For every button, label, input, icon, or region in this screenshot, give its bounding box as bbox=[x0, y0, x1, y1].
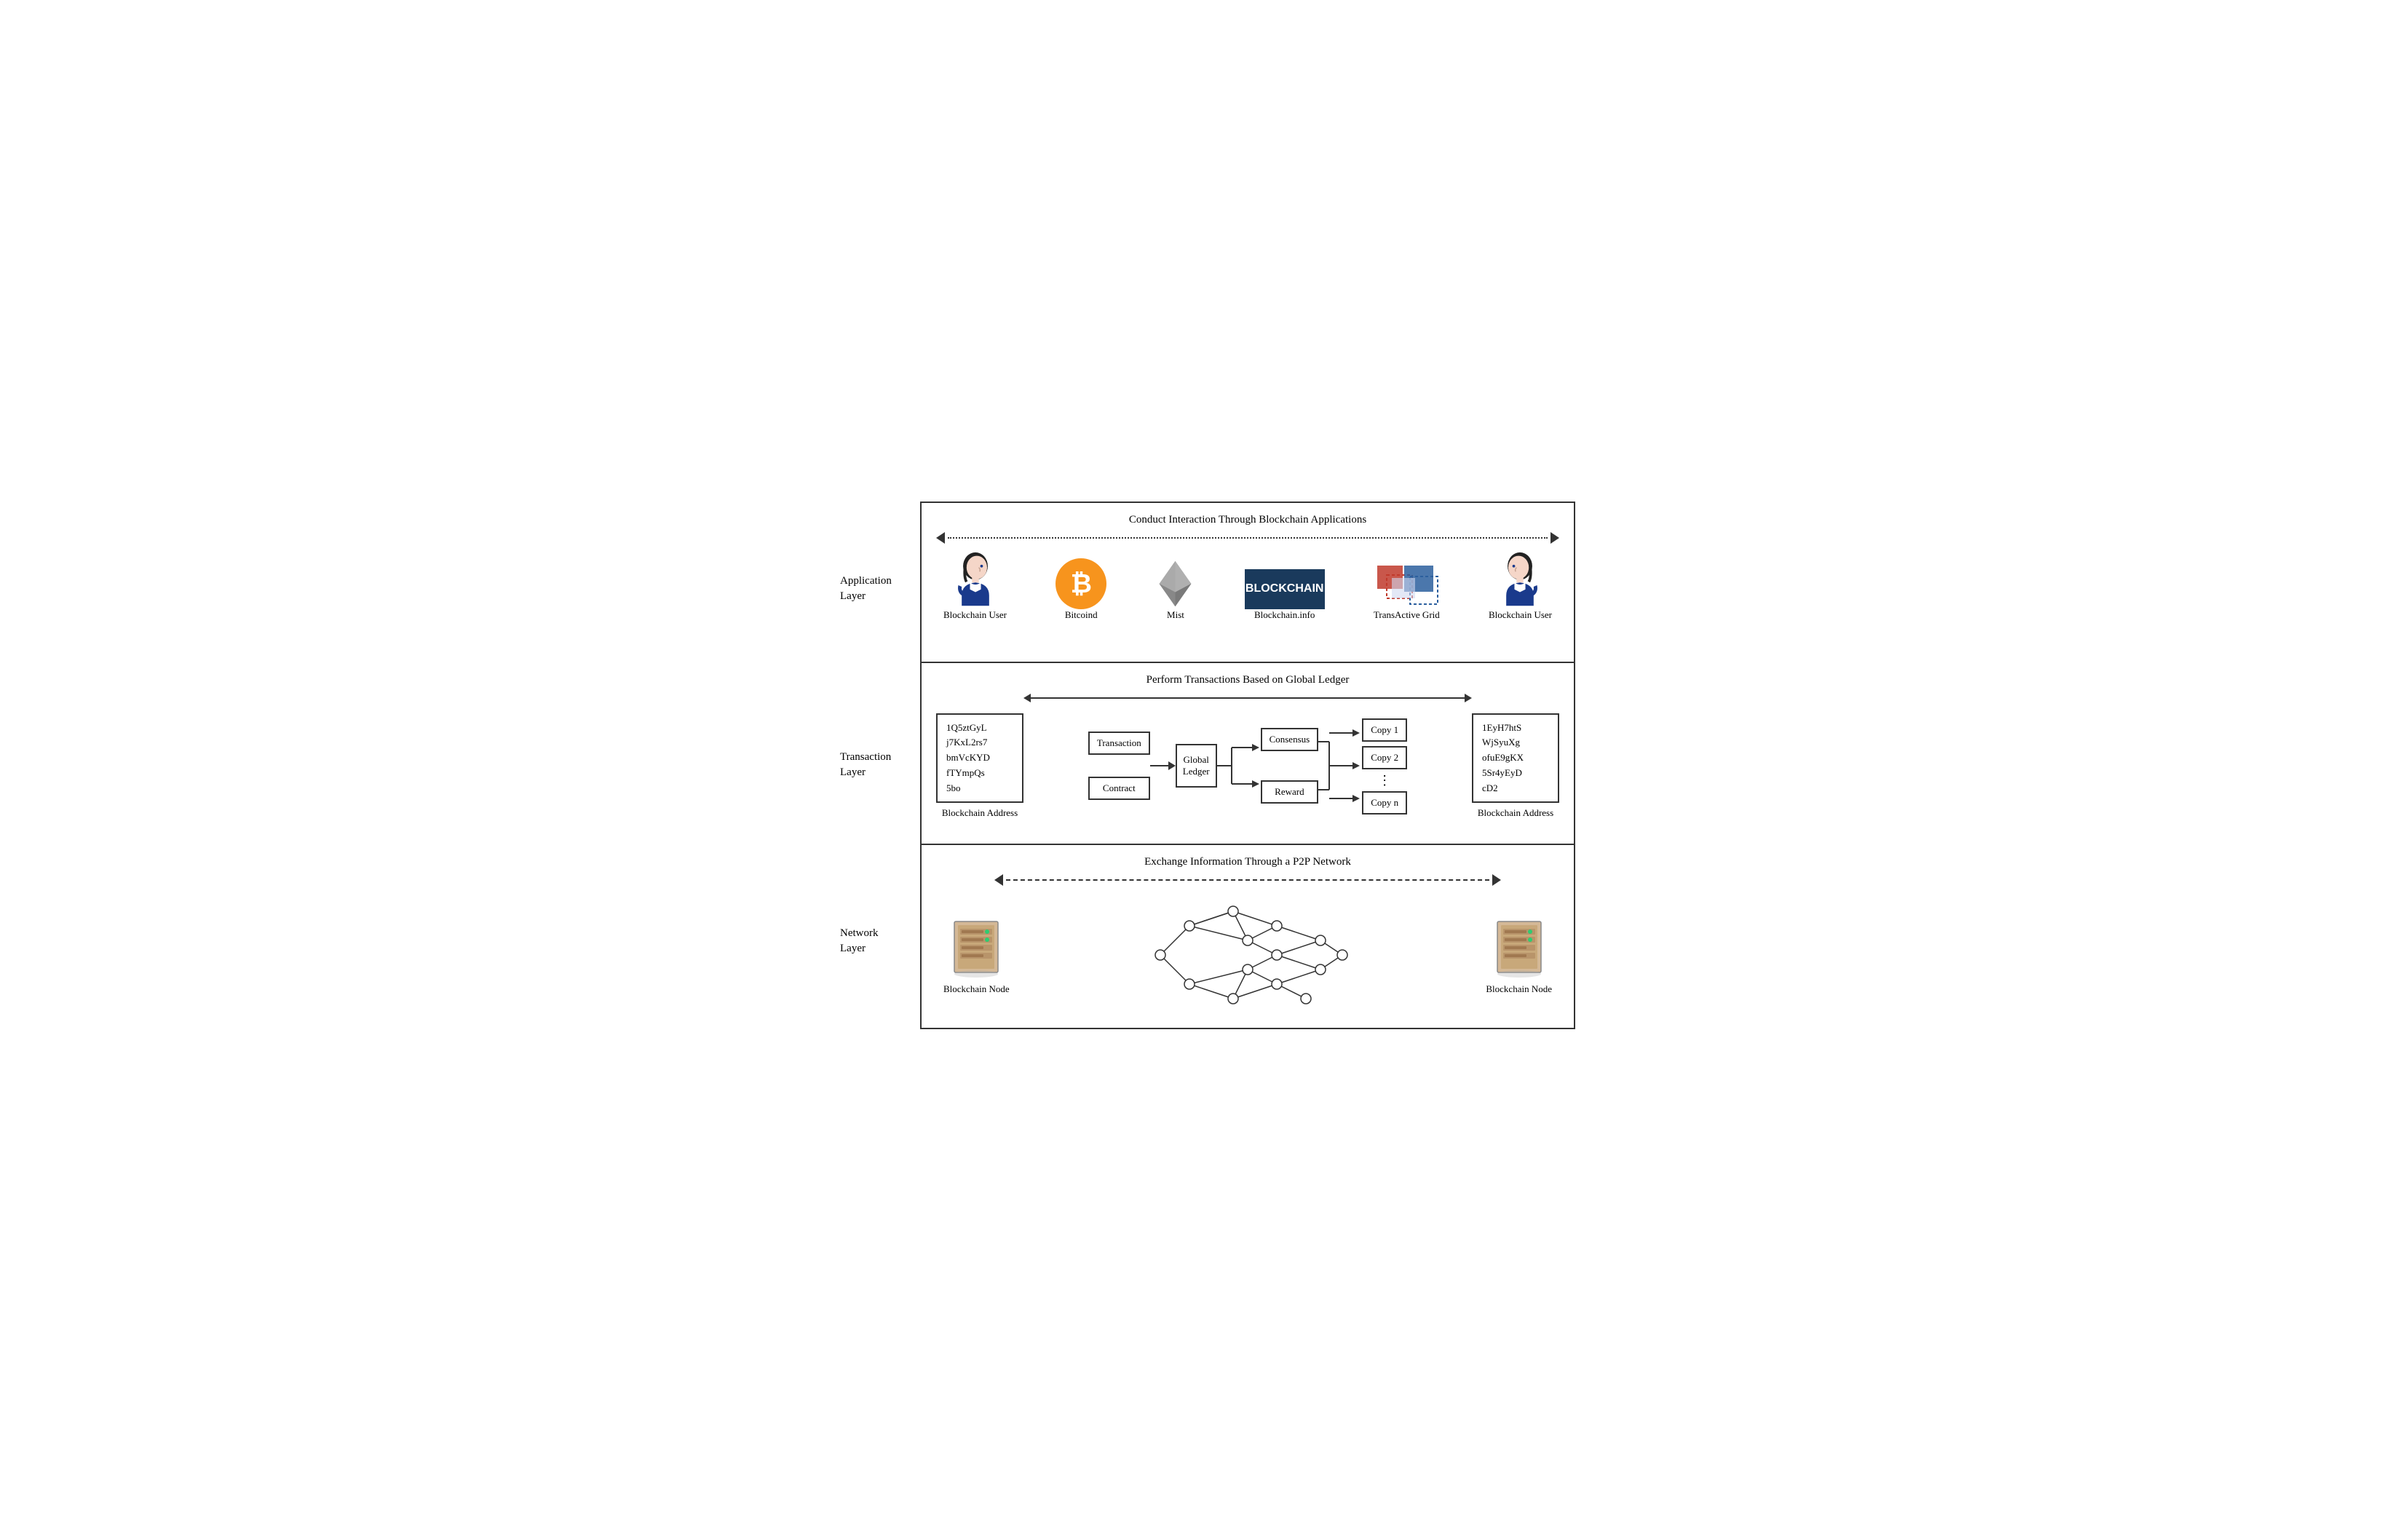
arrow-left-icon bbox=[936, 532, 945, 544]
addr-left-box: 1Q5ztGyL j7KxL2rs7 bmVcKYD fTYmpQs 5bo bbox=[936, 713, 1023, 804]
tx-arrow-left bbox=[1023, 694, 1031, 702]
user-left-label: Blockchain User bbox=[943, 609, 1007, 621]
consensus-reward-col: Consensus Reward bbox=[1261, 728, 1319, 804]
dotted-line bbox=[948, 537, 1548, 539]
node-left-label: Blockchain Node bbox=[943, 983, 1010, 995]
branch-svg bbox=[1217, 729, 1261, 802]
flow-main-row: Transaction Contract Global Ledge bbox=[1088, 718, 1407, 813]
tx-content-row: 1Q5ztGyL j7KxL2rs7 bmVcKYD fTYmpQs 5bo B… bbox=[936, 713, 1559, 820]
blockchain-info-item: BLOCKCHAIN Blockchain.info bbox=[1245, 569, 1325, 621]
person-left-icon bbox=[950, 551, 1001, 609]
app-layer-label-container: ApplicationLayer bbox=[840, 502, 892, 678]
copies-col: Copy 1 Copy 2 ⋮ Copy n bbox=[1362, 718, 1407, 813]
user-right-label: Blockchain User bbox=[1489, 609, 1552, 621]
addr-right-box: 1EyH7htS WjSyuXg ofuE9gKX 5Sr4yEyD cD2 bbox=[1472, 713, 1559, 804]
blockchain-info-icon: BLOCKCHAIN bbox=[1245, 569, 1325, 609]
mist-label: Mist bbox=[1167, 609, 1184, 621]
tx-layer-label: TransactionLayer bbox=[840, 750, 891, 780]
bitcoind-label: Bitcoind bbox=[1065, 609, 1098, 621]
main-diagram: Conduct Interaction Through Blockchain A… bbox=[920, 502, 1575, 1029]
addr-left-line3: bmVcKYD bbox=[946, 750, 1013, 766]
addr-right-line5: cD2 bbox=[1482, 781, 1549, 796]
addr-right-container: 1EyH7htS WjSyuXg ofuE9gKX 5Sr4yEyD cD2 B… bbox=[1472, 713, 1559, 820]
net-layer-title: Exchange Information Through a P2P Netwo… bbox=[936, 856, 1559, 868]
diagram-container: Conduct Interaction Through Blockchain A… bbox=[920, 502, 1575, 1029]
addr-left-label: Blockchain Address bbox=[942, 807, 1018, 819]
transactive-label: TransActive Grid bbox=[1374, 609, 1440, 621]
mist-item: Mist bbox=[1155, 558, 1195, 621]
net-arrow-right-icon bbox=[1492, 874, 1501, 886]
net-arrow-left-icon bbox=[994, 874, 1003, 886]
arrow-right-icon bbox=[1550, 532, 1559, 544]
reward-box: Reward bbox=[1261, 780, 1319, 804]
blockchain-info-label: Blockchain.info bbox=[1254, 609, 1315, 621]
addr-left-container: 1Q5ztGyL j7KxL2rs7 bmVcKYD fTYmpQs 5bo B… bbox=[936, 713, 1023, 820]
tx-layer-label-container: TransactionLayer bbox=[840, 678, 892, 854]
net-arrow-row bbox=[936, 874, 1559, 886]
layer-labels: ApplicationLayer TransactionLayer Networ… bbox=[840, 502, 892, 1029]
network-layer: Exchange Information Through a P2P Netwo… bbox=[922, 845, 1574, 1028]
arrow-to-ledger bbox=[1150, 761, 1176, 770]
app-icons-row: Blockchain User ₿ Bitcoind bbox=[936, 551, 1559, 621]
global-ledger-text2: Ledger bbox=[1183, 766, 1210, 777]
arrow-line1 bbox=[1150, 765, 1168, 766]
tx-h-line bbox=[1031, 697, 1465, 699]
user-right: Blockchain User bbox=[1489, 551, 1552, 621]
tx-contract-col: Transaction Contract bbox=[1088, 732, 1150, 800]
person-right-icon bbox=[1494, 551, 1545, 609]
copy2-box: Copy 2 bbox=[1362, 746, 1407, 769]
app-arrow-row bbox=[936, 532, 1559, 544]
addr-right-line1: 1EyH7htS bbox=[1482, 721, 1549, 736]
ethereum-icon bbox=[1155, 558, 1195, 609]
global-ledger-text: Global bbox=[1183, 754, 1210, 766]
transaction-layer: Perform Transactions Based on Global Led… bbox=[922, 663, 1574, 845]
arrow-head-1 bbox=[1168, 761, 1176, 770]
node-right-label: Blockchain Node bbox=[1486, 983, 1552, 995]
tx-layer-title: Perform Transactions Based on Global Led… bbox=[936, 674, 1559, 686]
p2p-network-svg bbox=[1131, 897, 1364, 1013]
node-left: Blockchain Node bbox=[943, 914, 1010, 995]
flow-diagram: Transaction Contract Global Ledge bbox=[1023, 718, 1472, 813]
bitcoin-icon: ₿ bbox=[1056, 558, 1106, 609]
copy1-box: Copy 1 bbox=[1362, 718, 1407, 742]
net-content-row: Blockchain Node bbox=[936, 897, 1559, 1013]
addr-left-line5: 5bo bbox=[946, 781, 1013, 796]
contract-box: Contract bbox=[1088, 777, 1150, 800]
addr-left-line2: j7KxL2rs7 bbox=[946, 735, 1013, 750]
branch-section bbox=[1217, 729, 1261, 802]
addr-left-line1: 1Q5ztGyL bbox=[946, 721, 1013, 736]
ellipsis-text: ⋮ bbox=[1362, 774, 1407, 787]
addr-left-line4: fTYmpQs bbox=[946, 766, 1013, 781]
addr-right-line3: ofuE9gKX bbox=[1482, 750, 1549, 766]
node-right: Blockchain Node bbox=[1486, 914, 1552, 995]
tx-arrow-right bbox=[1465, 694, 1472, 702]
dashed-line bbox=[1006, 879, 1489, 881]
server-left-icon bbox=[947, 914, 1005, 983]
user-left: Blockchain User bbox=[943, 551, 1007, 621]
transaction-box: Transaction bbox=[1088, 732, 1150, 755]
copy-branch-section bbox=[1318, 718, 1362, 813]
p2p-network-container bbox=[1010, 897, 1486, 1013]
server-right-icon bbox=[1490, 914, 1548, 983]
net-layer-label: NetworkLayer bbox=[840, 926, 879, 956]
addr-right-line2: WjSyuXg bbox=[1482, 735, 1549, 750]
application-layer: Conduct Interaction Through Blockchain A… bbox=[922, 503, 1574, 663]
bitcoind-item: ₿ Bitcoind bbox=[1056, 558, 1106, 621]
consensus-box: Consensus bbox=[1261, 728, 1319, 751]
addr-right-line4: 5Sr4yEyD bbox=[1482, 766, 1549, 781]
app-layer-label: ApplicationLayer bbox=[840, 574, 892, 604]
global-ledger-box: Global Ledger bbox=[1176, 744, 1217, 788]
transactive-item: TransActive Grid bbox=[1374, 562, 1440, 621]
addr-right-label: Blockchain Address bbox=[1478, 807, 1553, 819]
copyn-box: Copy n bbox=[1362, 791, 1407, 814]
net-layer-label-container: NetworkLayer bbox=[840, 854, 892, 1028]
transactive-icon bbox=[1374, 562, 1439, 609]
app-layer-title: Conduct Interaction Through Blockchain A… bbox=[936, 514, 1559, 526]
copy-branch-svg bbox=[1318, 718, 1362, 813]
